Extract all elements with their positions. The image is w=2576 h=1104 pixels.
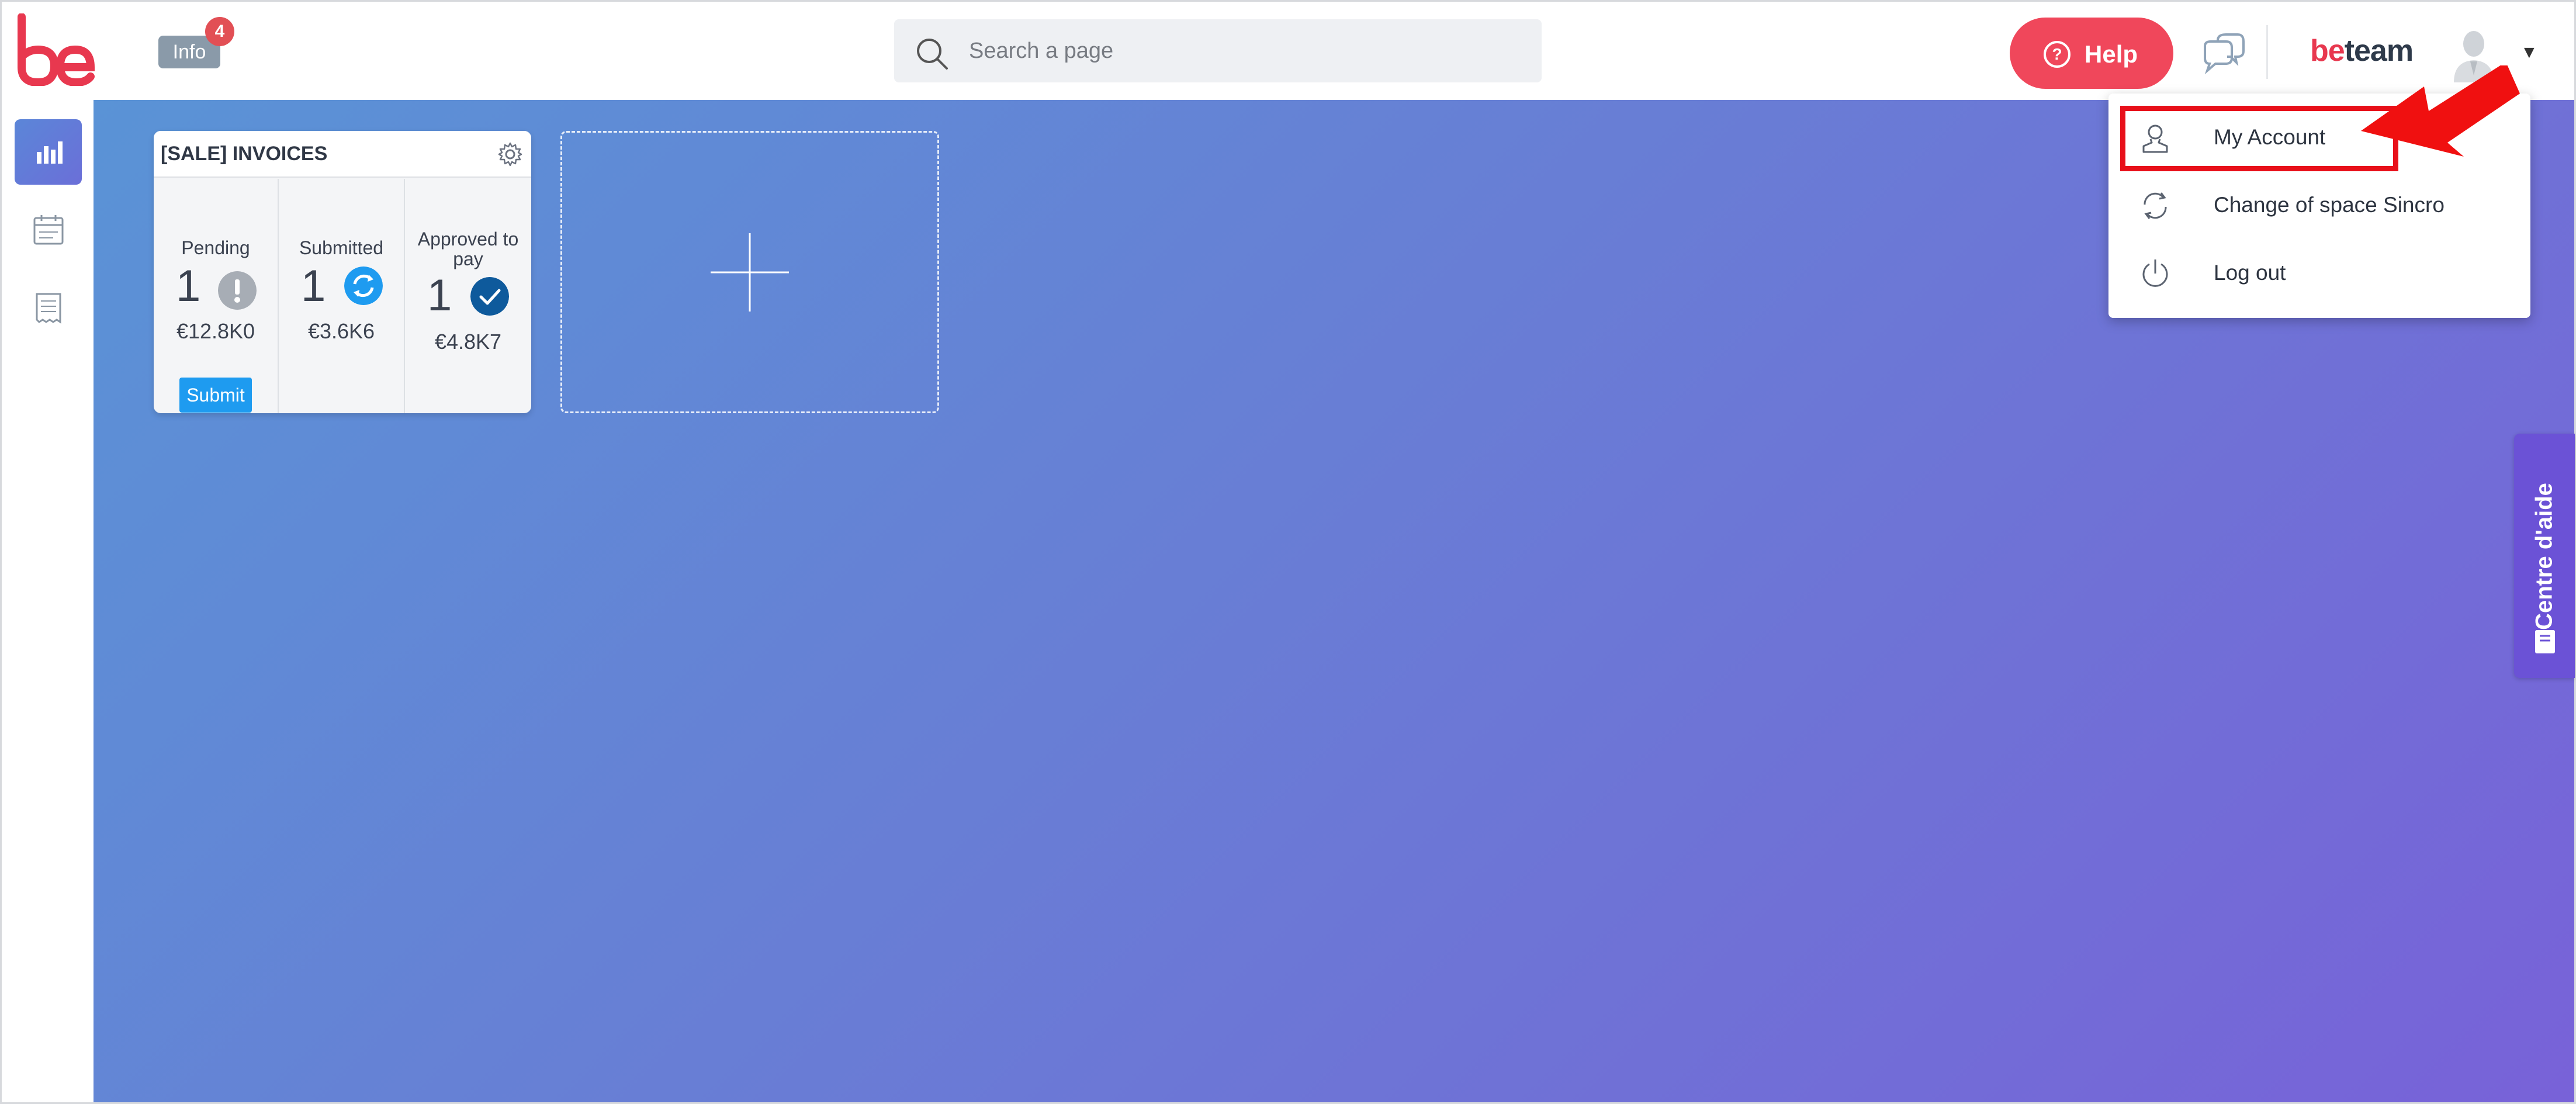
approved-amount: €4.8K7: [434, 330, 502, 354]
red-arrow-annotation: [2361, 65, 2520, 157]
exclamation-icon: [218, 271, 257, 310]
check-icon: [470, 277, 509, 316]
search-input[interactable]: [969, 19, 1530, 82]
top-bar: Info 4 ? Help beteam ▼: [2, 2, 2574, 100]
info-notification-count: 4: [205, 17, 234, 46]
submitted-amount: €3.6K6: [307, 319, 375, 343]
add-widget-card[interactable]: [560, 131, 939, 413]
beteam-logo-team: team: [2344, 34, 2414, 68]
help-button[interactable]: ? Help: [2010, 18, 2173, 89]
search-icon: [917, 39, 948, 70]
submitted-label: Submitted: [299, 237, 384, 258]
beteam-logo-be: be: [2310, 34, 2345, 68]
pending-count: 1: [176, 261, 201, 311]
menu-item-log-out[interactable]: Log out: [2108, 241, 2530, 305]
chat-icon[interactable]: [2200, 32, 2246, 74]
menu-item-change-space[interactable]: Change of space Sincro: [2108, 173, 2530, 237]
pending-label: Pending: [181, 237, 250, 258]
book-icon: [2535, 630, 2555, 653]
submit-button[interactable]: Submit: [179, 378, 252, 413]
approved-column[interactable]: Approved to pay 1 €4.8K7: [404, 179, 531, 413]
sidebar-item-dashboard[interactable]: [15, 119, 82, 185]
gear-icon[interactable]: [497, 141, 523, 167]
be-logo[interactable]: [13, 13, 95, 86]
search-bar[interactable]: [894, 19, 1542, 82]
question-icon: ?: [2044, 41, 2071, 68]
widget-header: [SALE] INVOICES: [154, 131, 531, 178]
document-list-icon: [36, 293, 61, 324]
submitted-count: 1: [301, 261, 326, 311]
plus-icon: [711, 233, 789, 312]
pending-column[interactable]: Pending 1 €12.8K0 Submit: [154, 179, 278, 413]
topbar-divider: [2266, 25, 2268, 79]
widget-title: [SALE] INVOICES: [161, 143, 328, 165]
help-center-tab[interactable]: Centre d'aide: [2514, 434, 2575, 678]
help-button-label: Help: [2085, 40, 2138, 68]
beteam-logo[interactable]: beteam: [2310, 33, 2414, 68]
approved-count: 1: [427, 271, 452, 320]
menu-item-label: Change of space Sincro: [2214, 193, 2445, 217]
approved-label: Approved to pay: [417, 229, 519, 269]
help-center-label: Centre d'aide: [2531, 483, 2557, 630]
sidebar: [2, 100, 94, 1102]
calendar-icon: [33, 215, 64, 245]
bar-chart-icon: [37, 141, 63, 164]
refresh-icon: [344, 267, 383, 305]
power-icon: [2142, 259, 2168, 287]
sale-invoices-widget: [SALE] INVOICES Pending 1 €12.8K0 Submit…: [154, 131, 531, 413]
menu-item-label: Log out: [2214, 261, 2286, 285]
sidebar-item-calendar[interactable]: [15, 197, 82, 262]
sidebar-item-documents[interactable]: [15, 275, 82, 341]
refresh-icon: [2144, 192, 2167, 219]
chevron-down-icon[interactable]: ▼: [2520, 43, 2538, 63]
submitted-column[interactable]: Submitted 1 €3.6K6: [278, 179, 404, 413]
svg-text:?: ?: [2052, 45, 2062, 63]
pending-amount: €12.8K0: [176, 319, 255, 343]
